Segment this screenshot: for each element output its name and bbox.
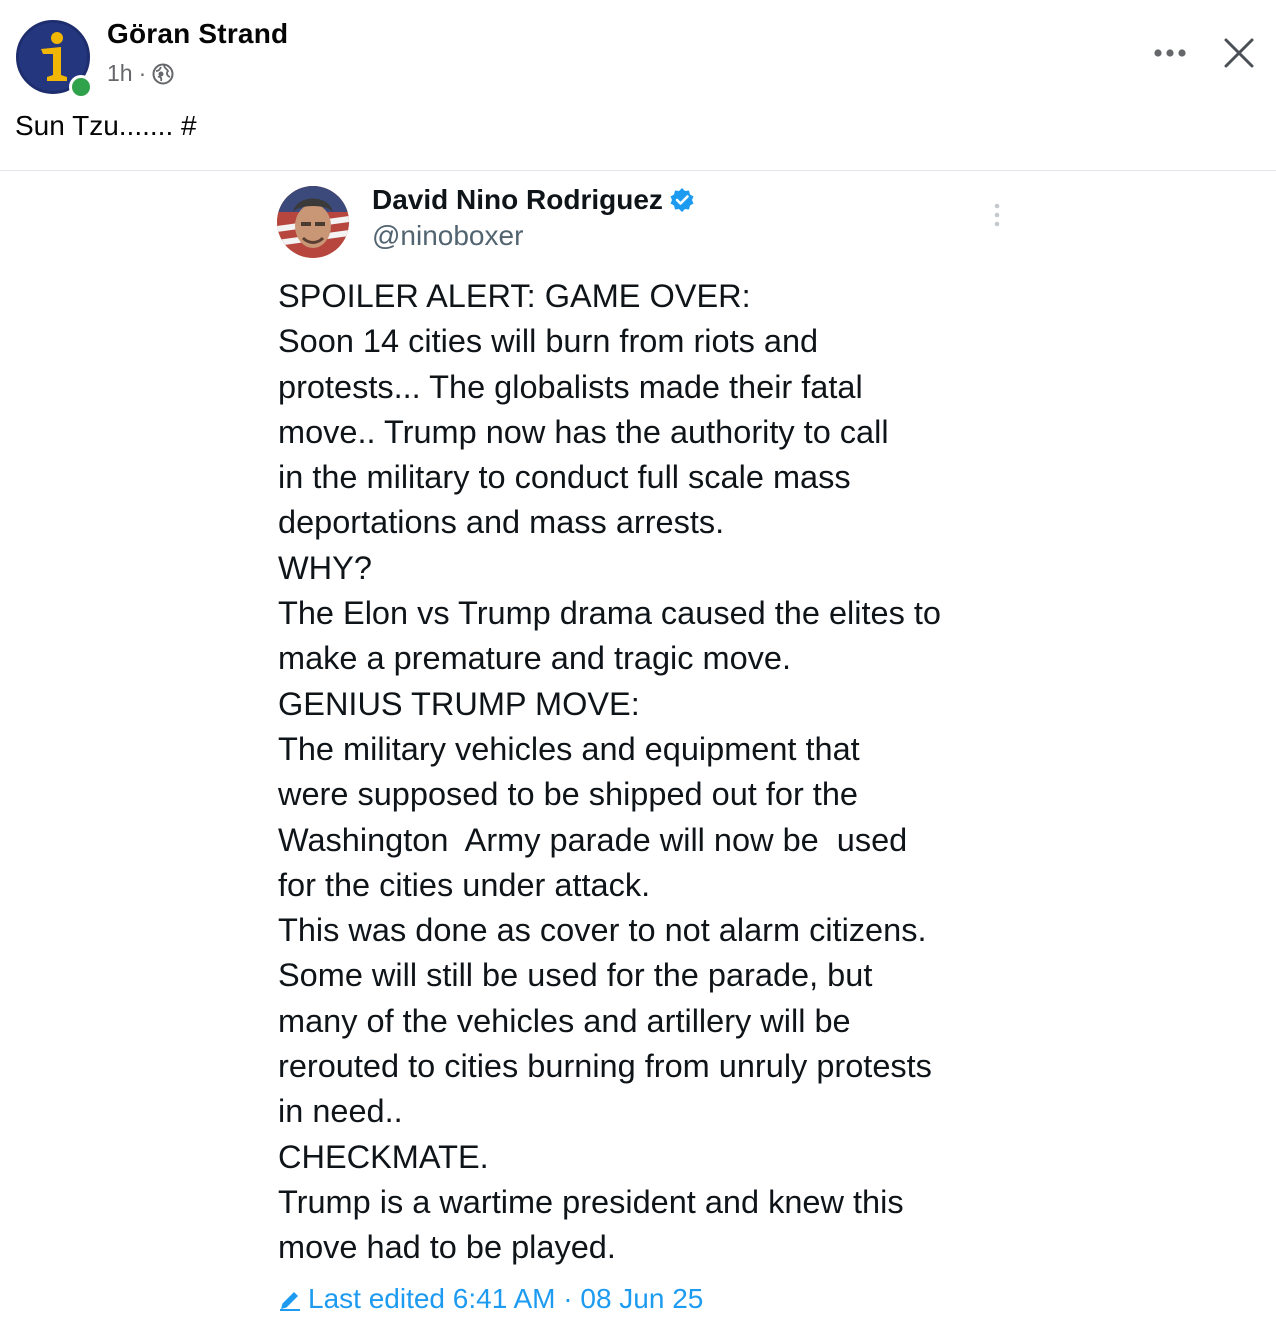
tweet-line: Soon 14 cities will burn from riots and bbox=[278, 323, 819, 360]
tweet-author-avatar bbox=[277, 186, 349, 258]
tweet-line: CHECKMATE. bbox=[278, 1138, 489, 1175]
kebab-icon bbox=[994, 203, 1000, 227]
tweet-line: were supposed to be shipped out for the bbox=[278, 776, 858, 813]
tweet-edited-info: Last edited 6:41 AM · 08 Jun 25 bbox=[278, 1283, 703, 1315]
online-status-dot bbox=[69, 75, 93, 99]
tweet-line: Some will still be used for the parade, … bbox=[278, 957, 873, 994]
post-timestamp[interactable]: 1h bbox=[107, 60, 133, 87]
tweet-line: rerouted to cities burning from unruly p… bbox=[278, 1048, 932, 1085]
tweet-line: protests... The globalists made their fa… bbox=[278, 368, 863, 405]
tweet-line: The Elon vs Trump drama caused the elite… bbox=[278, 595, 941, 632]
avatar-photo-icon bbox=[277, 186, 349, 258]
tweet-display-name: David Nino Rodriguez bbox=[372, 184, 663, 215]
tweet-author-name: David Nino Rodriguez bbox=[372, 184, 695, 216]
post-divider bbox=[0, 170, 1276, 171]
tweet-line: This was done as cover to not alarm citi… bbox=[278, 912, 927, 949]
tweet-line: The military vehicles and equipment that bbox=[278, 730, 860, 767]
verified-badge-icon bbox=[669, 187, 695, 213]
close-icon bbox=[1224, 38, 1254, 68]
tweet-line: Washington Army parade will now be used bbox=[278, 821, 908, 858]
more-options-button[interactable] bbox=[1148, 36, 1192, 70]
post-text: Sun Tzu....... # bbox=[15, 110, 197, 141]
tweet-more-button bbox=[986, 200, 1008, 230]
tweet-line: SPOILER ALERT: GAME OVER: bbox=[278, 278, 751, 314]
author-name[interactable]: Göran Strand bbox=[107, 18, 288, 50]
tweet-line: many of the vehicles and artillery will … bbox=[278, 1002, 851, 1039]
tweet-line: Trump is a wartime president and knew th… bbox=[278, 1183, 904, 1220]
tweet-line: move.. Trump now has the authority to ca… bbox=[278, 413, 889, 450]
globe-icon bbox=[152, 63, 174, 85]
tweet-body: SPOILER ALERT: GAME OVER: Soon 14 cities … bbox=[278, 274, 1038, 1271]
tweet-line: WHY? bbox=[278, 549, 372, 586]
tweet-line: move had to be played. bbox=[278, 1229, 616, 1266]
tweet-line: deportations and mass arrests. bbox=[278, 504, 725, 541]
pencil-icon bbox=[278, 1287, 302, 1311]
tweet-line: for the cities under attack. bbox=[278, 866, 651, 903]
post-meta: 1h · bbox=[107, 60, 174, 87]
close-button[interactable] bbox=[1216, 30, 1262, 76]
tweet-line: in need.. bbox=[278, 1093, 403, 1130]
meta-separator: · bbox=[138, 60, 147, 86]
tweet-line: in the military to conduct full scale ma… bbox=[278, 459, 851, 496]
tweet-line: make a premature and tragic move. bbox=[278, 640, 792, 677]
tweet-handle: @ninoboxer bbox=[372, 220, 524, 251]
edited-label: Last edited 6:41 AM · 08 Jun 25 bbox=[308, 1283, 704, 1314]
tweet-line: GENIUS TRUMP MOVE: bbox=[278, 685, 640, 722]
more-dots-icon bbox=[1154, 49, 1186, 57]
